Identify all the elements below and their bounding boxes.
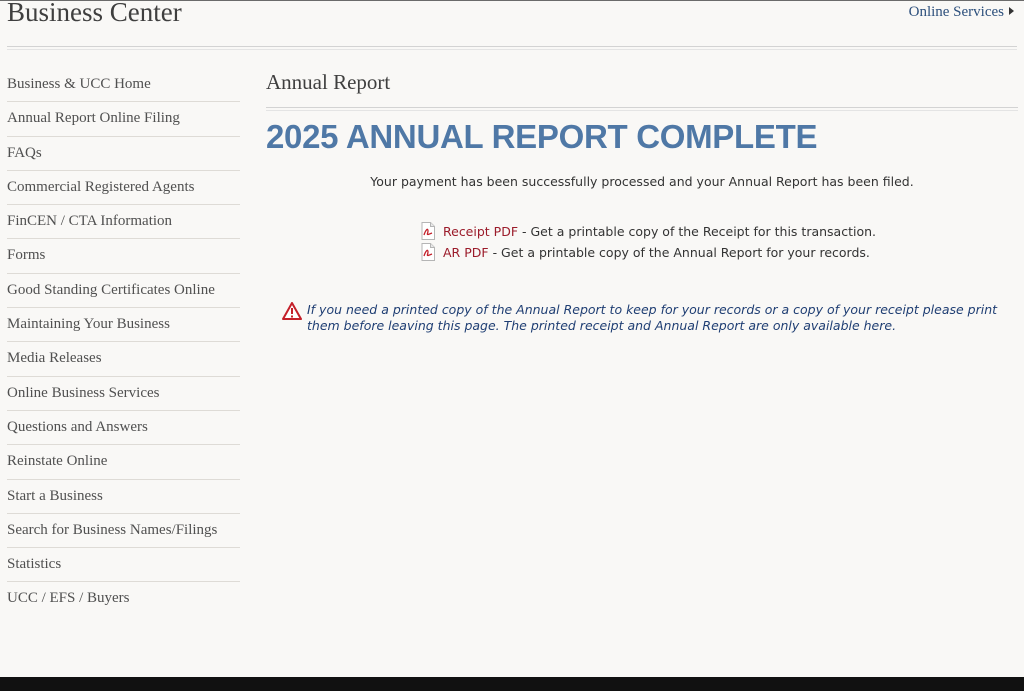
- sidebar-item-label[interactable]: Reinstate Online: [7, 453, 107, 469]
- sidebar-item-commercial-registered-agents[interactable]: Commercial Registered Agents: [7, 171, 240, 206]
- sidebar-item-label[interactable]: Media Releases: [7, 350, 102, 366]
- pdf-file-icon[interactable]: [420, 243, 436, 261]
- sidebar-item-label[interactable]: Start a Business: [7, 488, 103, 504]
- main-divider: [266, 107, 1018, 111]
- receipt-pdf-link[interactable]: Receipt PDF: [443, 224, 518, 239]
- sidebar-item-label[interactable]: Statistics: [7, 556, 61, 572]
- success-message: Your payment has been successfully proce…: [370, 174, 914, 189]
- sidebar-item-label[interactable]: FinCEN / CTA Information: [7, 213, 172, 229]
- print-notice: If you need a printed copy of the Annual…: [282, 302, 1002, 334]
- arrow-right-icon: [1009, 7, 1014, 15]
- sidebar-item-label[interactable]: Maintaining Your Business: [7, 316, 170, 332]
- completion-title: 2025 ANNUAL REPORT COMPLETE: [266, 118, 818, 155]
- sidebar-item-search-business-names[interactable]: Search for Business Names/Filings: [7, 514, 240, 549]
- header-divider: [7, 46, 1017, 50]
- receipt-pdf-description: - Get a printable copy of the Receipt fo…: [522, 223, 877, 239]
- sidebar-item-media-releases[interactable]: Media Releases: [7, 342, 240, 377]
- online-services-label: Online Services: [908, 4, 1004, 20]
- receipt-pdf-row: Receipt PDF - Get a printable copy of th…: [420, 222, 876, 240]
- sidebar-item-annual-report-online-filing[interactable]: Annual Report Online Filing: [7, 102, 240, 137]
- sidebar-item-good-standing[interactable]: Good Standing Certificates Online: [7, 274, 240, 309]
- sidebar-item-forms[interactable]: Forms: [7, 239, 240, 274]
- sidebar-item-faqs[interactable]: FAQs: [7, 137, 240, 171]
- sidebar-item-reinstate-online[interactable]: Reinstate Online: [7, 445, 240, 480]
- sidebar-item-online-business-services[interactable]: Online Business Services: [7, 377, 240, 411]
- sidebar-item-label[interactable]: Good Standing Certificates Online: [7, 282, 215, 298]
- ar-pdf-row: AR PDF - Get a printable copy of the Ann…: [420, 243, 870, 261]
- sidebar-item-label[interactable]: Annual Report Online Filing: [7, 110, 180, 126]
- sidebar-item-label[interactable]: FAQs: [7, 145, 42, 161]
- pdf-file-icon[interactable]: [420, 222, 436, 240]
- sidebar-item-label[interactable]: Forms: [7, 247, 45, 263]
- sidebar-item-label[interactable]: Online Business Services: [7, 385, 159, 401]
- sidebar-item-start-business[interactable]: Start a Business: [7, 480, 240, 514]
- online-services-link[interactable]: Online Services: [909, 4, 1014, 21]
- sidebar-item-fincen-cta[interactable]: FinCEN / CTA Information: [7, 205, 240, 240]
- footer-bar: [0, 677, 1024, 691]
- page-heading: Annual Report: [266, 70, 391, 94]
- sidebar-item-label[interactable]: Commercial Registered Agents: [7, 179, 194, 195]
- sidebar-item-questions-answers[interactable]: Questions and Answers: [7, 411, 240, 446]
- sidebar-item-label[interactable]: UCC / EFS / Buyers: [7, 590, 130, 606]
- ar-pdf-description: - Get a printable copy of the Annual Rep…: [492, 244, 870, 260]
- ar-pdf-link[interactable]: AR PDF: [443, 245, 489, 260]
- sidebar-item-statistics[interactable]: Statistics: [7, 548, 240, 583]
- print-notice-text: If you need a printed copy of the Annual…: [307, 302, 998, 333]
- sidebar-item-maintaining-business[interactable]: Maintaining Your Business: [7, 308, 240, 343]
- site-title: Business Center: [7, 0, 182, 27]
- sidebar-item-business-ucc-home[interactable]: Business & UCC Home: [7, 68, 240, 103]
- sidebar-item-label[interactable]: Business & UCC Home: [7, 76, 151, 92]
- sidebar-nav: Business & UCC Home Annual Report Online…: [7, 68, 240, 616]
- sidebar-item-label[interactable]: Questions and Answers: [7, 419, 148, 435]
- sidebar-item-label[interactable]: Search for Business Names/Filings: [7, 522, 217, 538]
- warning-triangle-icon: [282, 302, 302, 320]
- sidebar-item-ucc-efs-buyers[interactable]: UCC / EFS / Buyers: [7, 582, 240, 615]
